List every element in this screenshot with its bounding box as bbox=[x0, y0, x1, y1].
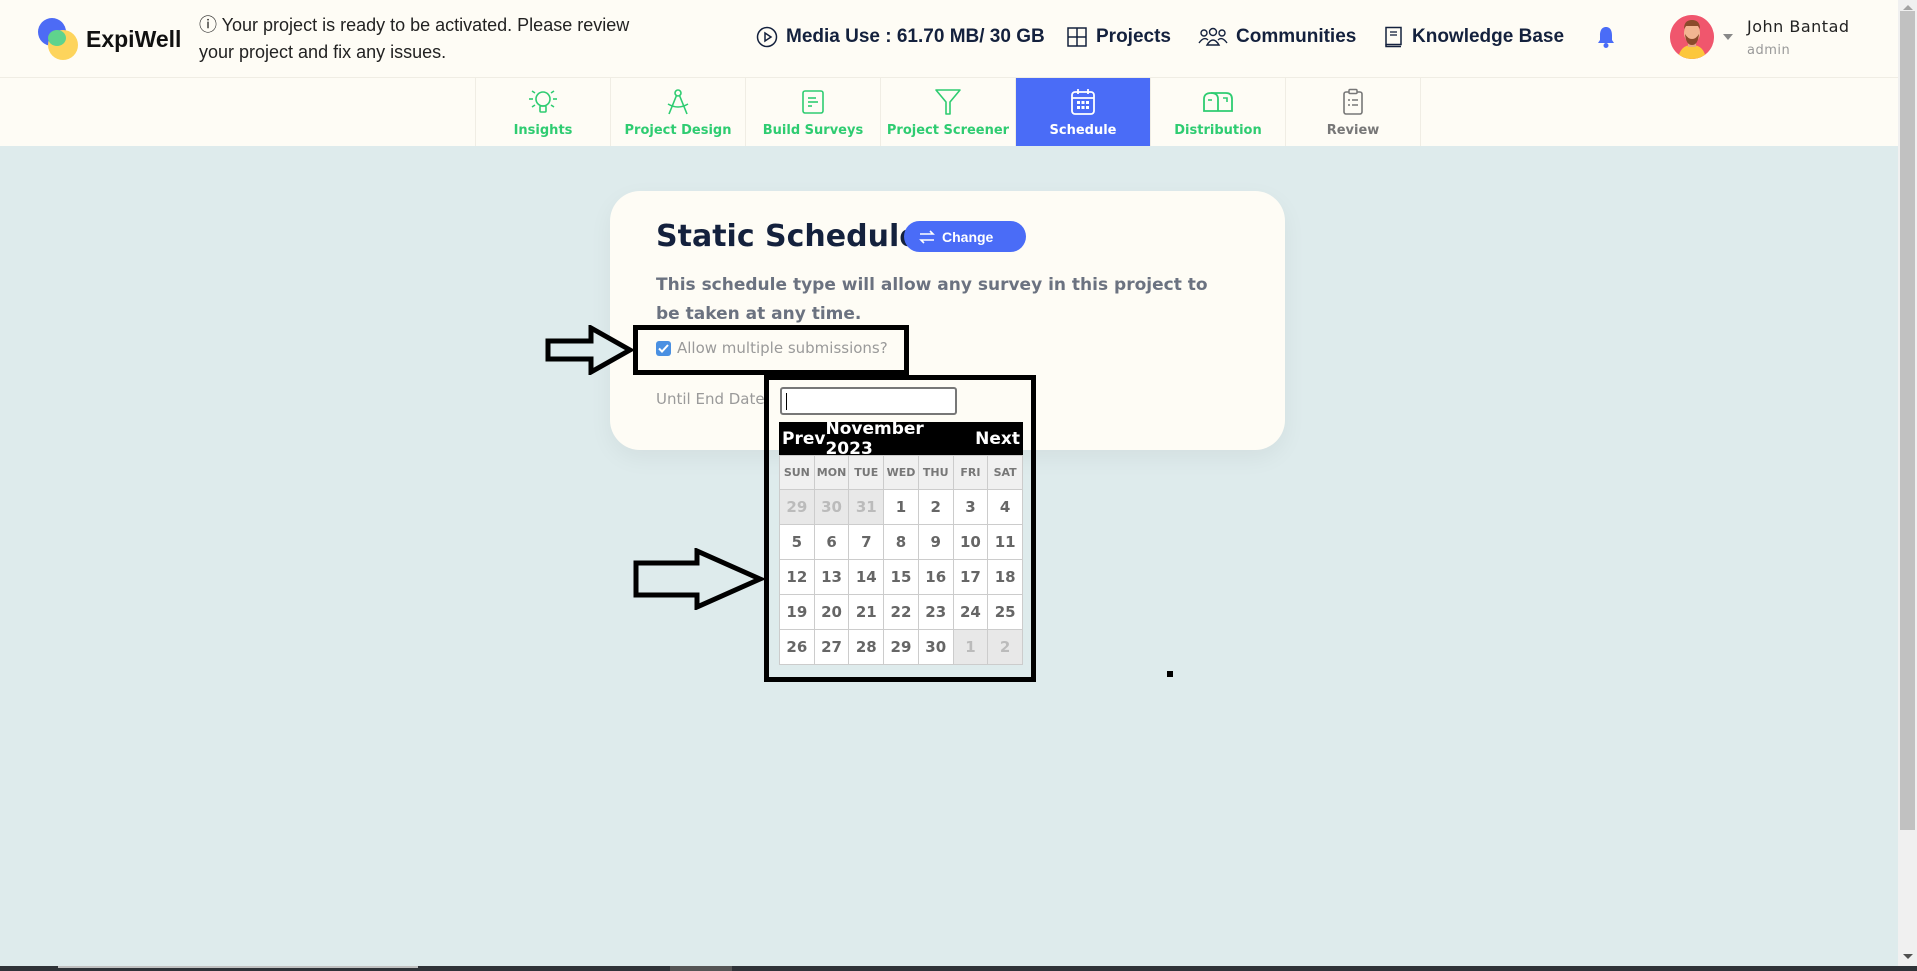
tab-build-surveys[interactable]: Build Surveys bbox=[746, 78, 881, 146]
schedule-title: Static Schedule bbox=[656, 219, 920, 254]
tab-project-design-label: Project Design bbox=[624, 123, 732, 138]
tab-project-screener[interactable]: Project Screener bbox=[881, 78, 1016, 146]
tab-distribution-label: Distribution bbox=[1174, 123, 1262, 138]
filter-icon bbox=[934, 87, 962, 117]
annotation-box-checkbox bbox=[633, 325, 909, 375]
tab-schedule-label: Schedule bbox=[1049, 123, 1117, 138]
nav-projects[interactable]: Projects bbox=[1066, 26, 1171, 48]
media-use-text: Media Use : 61.70 MB/ 30 GB bbox=[786, 26, 1045, 47]
scroll-down-arrow-icon[interactable] bbox=[1903, 954, 1913, 959]
annotation-arrow-icon bbox=[633, 548, 764, 610]
schedule-description: This schedule type will allow any survey… bbox=[656, 275, 1208, 324]
tab-review[interactable]: Review bbox=[1286, 78, 1421, 146]
swap-arrows-icon bbox=[919, 229, 935, 244]
page-scrollbar[interactable] bbox=[1898, 0, 1917, 966]
logo-mark-icon bbox=[38, 18, 80, 60]
activation-notice: ⓘ Your project is ready to be activated.… bbox=[199, 15, 630, 62]
document-icon bbox=[801, 87, 825, 117]
calendar-icon bbox=[1070, 87, 1096, 117]
tab-review-label: Review bbox=[1326, 123, 1380, 138]
until-end-date-label: Until End Date bbox=[656, 390, 765, 408]
tab-project-design[interactable]: Project Design bbox=[611, 78, 746, 146]
grid-icon bbox=[1067, 27, 1087, 47]
change-button-label: Change bbox=[942, 228, 994, 245]
annotation-arrow-icon bbox=[545, 325, 633, 375]
nav-knowledge-base-label: Knowledge Base bbox=[1412, 26, 1565, 47]
app-header: ExpiWell ⓘ Your project is ready to be a… bbox=[0, 0, 1898, 78]
lightbulb-icon bbox=[526, 87, 560, 117]
clipboard-icon bbox=[1342, 87, 1364, 117]
notifications-bell-icon[interactable] bbox=[1595, 25, 1617, 53]
annotation-box-datepicker bbox=[764, 375, 1036, 682]
tab-insights-label: Insights bbox=[513, 123, 573, 138]
scrollbar-thumb[interactable] bbox=[1900, 11, 1915, 830]
user-avatar[interactable] bbox=[1670, 15, 1714, 59]
book-icon bbox=[1385, 26, 1402, 48]
media-use: Media Use : 61.70 MB/ 30 GB bbox=[756, 26, 1045, 48]
logo[interactable]: ExpiWell bbox=[38, 18, 181, 60]
users-icon bbox=[1198, 27, 1228, 46]
change-schedule-button[interactable]: Change bbox=[904, 221, 1026, 252]
user-role: admin bbox=[1747, 43, 1791, 58]
scroll-up-arrow-icon[interactable] bbox=[1903, 5, 1913, 10]
mailbox-icon bbox=[1202, 87, 1234, 117]
nav-knowledge-base[interactable]: Knowledge Base bbox=[1384, 26, 1564, 48]
tab-project-screener-label: Project Screener bbox=[886, 123, 1010, 138]
tab-distribution[interactable]: Distribution bbox=[1151, 78, 1286, 146]
tab-insights[interactable]: Insights bbox=[476, 78, 611, 146]
tab-schedule[interactable]: Schedule bbox=[1016, 78, 1151, 146]
user-name: John Bantad bbox=[1747, 17, 1850, 36]
project-steps-bar: Insights Project Design Build Surveys Pr… bbox=[0, 78, 1898, 146]
logo-text: ExpiWell bbox=[86, 25, 182, 52]
nav-communities[interactable]: Communities bbox=[1198, 26, 1356, 48]
play-circle-icon bbox=[756, 26, 778, 48]
user-menu-caret-icon[interactable] bbox=[1723, 34, 1733, 40]
nav-projects-label: Projects bbox=[1096, 26, 1171, 47]
taskbar-strip bbox=[0, 966, 1917, 971]
compass-icon bbox=[665, 87, 691, 117]
stray-pixel-mark bbox=[1167, 671, 1173, 677]
tab-build-surveys-label: Build Surveys bbox=[762, 123, 864, 138]
nav-communities-label: Communities bbox=[1236, 26, 1357, 47]
